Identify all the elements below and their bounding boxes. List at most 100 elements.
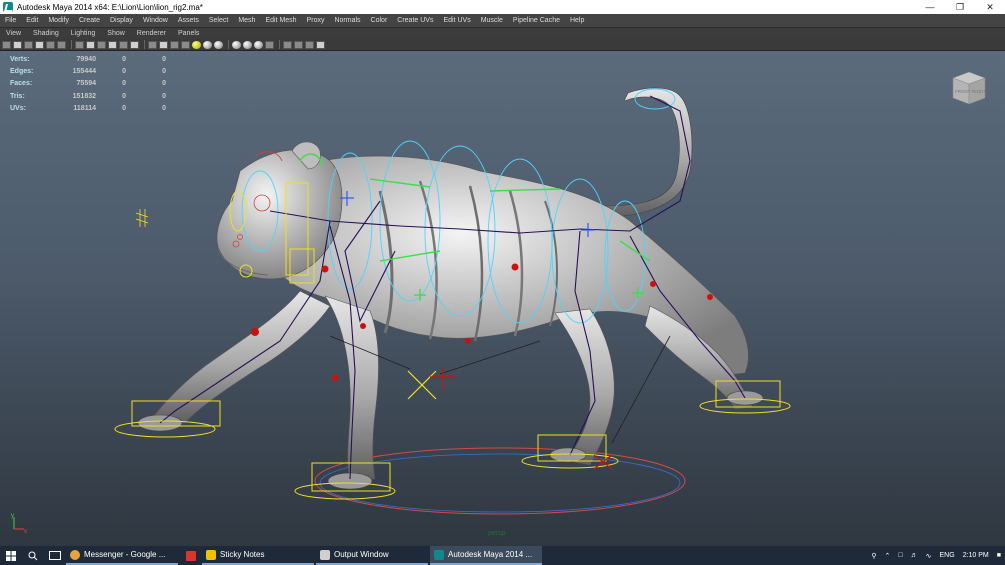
view-cube[interactable]: FRONT RIGHT [949,68,989,108]
safe-title-icon[interactable] [119,40,128,49]
panel-menu-view[interactable]: View [0,30,27,37]
hud-row-tris: Tris: 151832 0 0 [10,90,166,102]
maya-taskbar-icon [434,549,444,560]
windows-logo-icon [6,550,16,561]
network-icon[interactable]: ∿ [926,552,932,560]
view-cube-front-label[interactable]: FRONT [955,89,971,94]
safe-action-icon[interactable] [108,40,117,49]
wireframe-on-shaded-icon[interactable] [170,40,179,49]
menu-normals[interactable]: Normals [329,17,365,24]
wireframe-icon[interactable] [148,40,157,49]
notification-icon[interactable]: □ [898,552,902,559]
lion-mesh[interactable] [137,87,764,490]
bookmark-icon[interactable] [24,40,33,49]
grease-pencil-icon[interactable] [305,40,314,49]
menu-create[interactable]: Create [74,17,105,24]
hud-row-uvs: UVs: 118114 0 0 [10,103,166,115]
title-bar: Autodesk Maya 2014 x64: E:\Lion\Lion\lio… [0,0,1005,14]
panel-menu-panels[interactable]: Panels [172,30,205,37]
windows-taskbar: Messenger - Google ... Sticky Notes Outp… [0,546,1005,565]
text-icon[interactable] [130,40,139,49]
jaw-control[interactable] [135,209,149,227]
close-button[interactable]: ✕ [975,0,1005,14]
panel-menu-show[interactable]: Show [101,30,131,37]
body-locator[interactable] [407,370,437,400]
volume-icon[interactable]: ♬ [911,552,918,559]
hud-selected: 0 [122,105,126,113]
menu-muscle[interactable]: Muscle [476,17,508,24]
high-quality-icon[interactable] [214,40,223,49]
shadows-icon[interactable] [203,40,212,49]
menu-create-uvs[interactable]: Create UVs [392,17,438,24]
menu-file[interactable]: File [0,17,21,24]
motion-blur-icon[interactable] [265,40,274,49]
panel-menu-shading[interactable]: Shading [27,30,65,37]
image-plane-icon[interactable] [35,40,44,49]
main-menubar: File Edit Modify Create Display Window A… [0,14,1005,27]
hud-triangles: 0 [162,80,166,88]
menu-display[interactable]: Display [105,17,138,24]
taskbar-sticky-notes[interactable]: Sticky Notes [202,546,314,565]
hud-label: Verts: [10,55,30,63]
hud-value: 75594 [76,80,96,88]
menu-edit[interactable]: Edit [21,17,43,24]
search-icon[interactable] [22,546,44,565]
task-label: Messenger - Google ... [84,550,166,559]
language-indicator[interactable]: ENG [940,552,955,559]
clock[interactable]: 2:10 PM [963,552,989,559]
hud-value: 79940 [76,55,96,63]
ambient-occlusion-icon[interactable] [254,40,263,49]
hud-value: 151832 [72,92,96,100]
restore-button[interactable]: ❐ [945,0,975,14]
menu-help[interactable]: Help [565,17,589,24]
start-button[interactable] [0,546,22,565]
smooth-shade-icon[interactable] [159,40,168,49]
hud-label: Faces: [10,80,33,88]
view-cube-right-label[interactable]: RIGHT [972,89,986,94]
menu-select[interactable]: Select [204,17,233,24]
use-all-lights-icon[interactable] [192,40,201,49]
xray-icon[interactable] [232,40,241,49]
hud-label: UVs: [10,105,26,113]
sticky-notes-icon [206,549,216,560]
minimize-button[interactable]: — [915,0,945,14]
people-icon[interactable]: ⚲ [871,552,876,560]
chevron-up-icon[interactable]: ⌃ [885,552,891,560]
isolate-select-icon[interactable] [283,40,292,49]
task-view-icon[interactable] [44,546,66,565]
grid-toggle-icon[interactable] [46,40,55,49]
menu-edit-mesh[interactable]: Edit Mesh [260,17,301,24]
menu-edit-uvs[interactable]: Edit UVs [438,17,475,24]
panel-menu-renderer[interactable]: Renderer [131,30,172,37]
menu-color[interactable]: Color [366,17,393,24]
action-center-icon[interactable]: ■ [997,552,1001,559]
panel-menu-lighting[interactable]: Lighting [65,30,102,37]
maya-app-icon [3,2,13,12]
taskbar-messenger[interactable]: Messenger - Google ... [66,546,178,565]
menu-mesh[interactable]: Mesh [233,17,260,24]
axis-x-label: x [24,529,27,535]
menu-proxy[interactable]: Proxy [302,17,330,24]
menu-assets[interactable]: Assets [173,17,204,24]
hud-row-verts: Verts: 79940 0 0 [10,53,166,65]
select-camera-icon[interactable] [2,40,11,49]
gate-mask-icon[interactable] [86,40,95,49]
field-chart-icon[interactable] [97,40,106,49]
view-transform-icon[interactable] [316,40,325,49]
menu-window[interactable]: Window [138,17,173,24]
camera-attributes-icon[interactable] [13,40,22,49]
perspective-viewport[interactable]: Verts: 79940 0 0 Edges: 155444 0 0 Faces… [0,51,1005,546]
pole-vector-lines [329,335,671,444]
pinned-app-icon[interactable] [180,546,202,565]
textured-icon[interactable] [181,40,190,49]
xray-joints-icon[interactable] [243,40,252,49]
resolution-gate-icon[interactable] [75,40,84,49]
menu-pipeline-cache[interactable]: Pipeline Cache [508,17,565,24]
taskbar-output-window[interactable]: Output Window [316,546,428,565]
two-d-pan-zoom-icon[interactable] [294,40,303,49]
taskbar-maya[interactable]: Autodesk Maya 2014 ... [430,546,542,565]
film-gate-icon[interactable] [57,40,66,49]
lion-rig-scene[interactable] [0,51,1005,546]
axis-gizmo: y x [11,513,27,535]
menu-modify[interactable]: Modify [43,17,74,24]
